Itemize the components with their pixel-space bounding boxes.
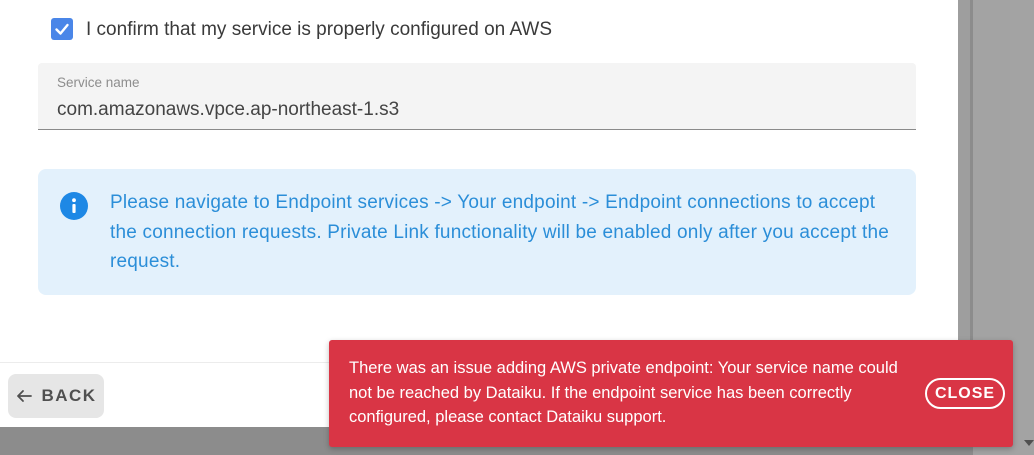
error-toast-message: There was an issue adding AWS private en… [349,359,898,426]
close-button[interactable]: CLOSE [925,378,1005,409]
service-name-value[interactable]: com.amazonaws.vpce.ap-northeast-1.s3 [57,99,399,121]
page-scroll-down-arrow-icon[interactable] [1024,440,1034,446]
info-icon [60,192,88,220]
service-name-label: Service name [57,75,140,90]
arrow-left-icon [17,390,33,402]
confirm-checkbox[interactable] [51,18,73,40]
confirm-checkbox-label[interactable]: I confirm that my service is properly co… [86,18,552,42]
info-notice-text: Please navigate to Endpoint services -> … [110,192,890,272]
error-toast: There was an issue adding AWS private en… [329,340,1013,447]
back-button[interactable]: BACK [8,374,104,418]
checkmark-icon [55,23,69,35]
service-name-field[interactable]: Service name com.amazonaws.vpce.ap-north… [38,63,916,130]
back-button-label: BACK [41,386,97,405]
info-notice: Please navigate to Endpoint services -> … [38,169,916,295]
dialog-scrollbar[interactable] [958,0,970,340]
